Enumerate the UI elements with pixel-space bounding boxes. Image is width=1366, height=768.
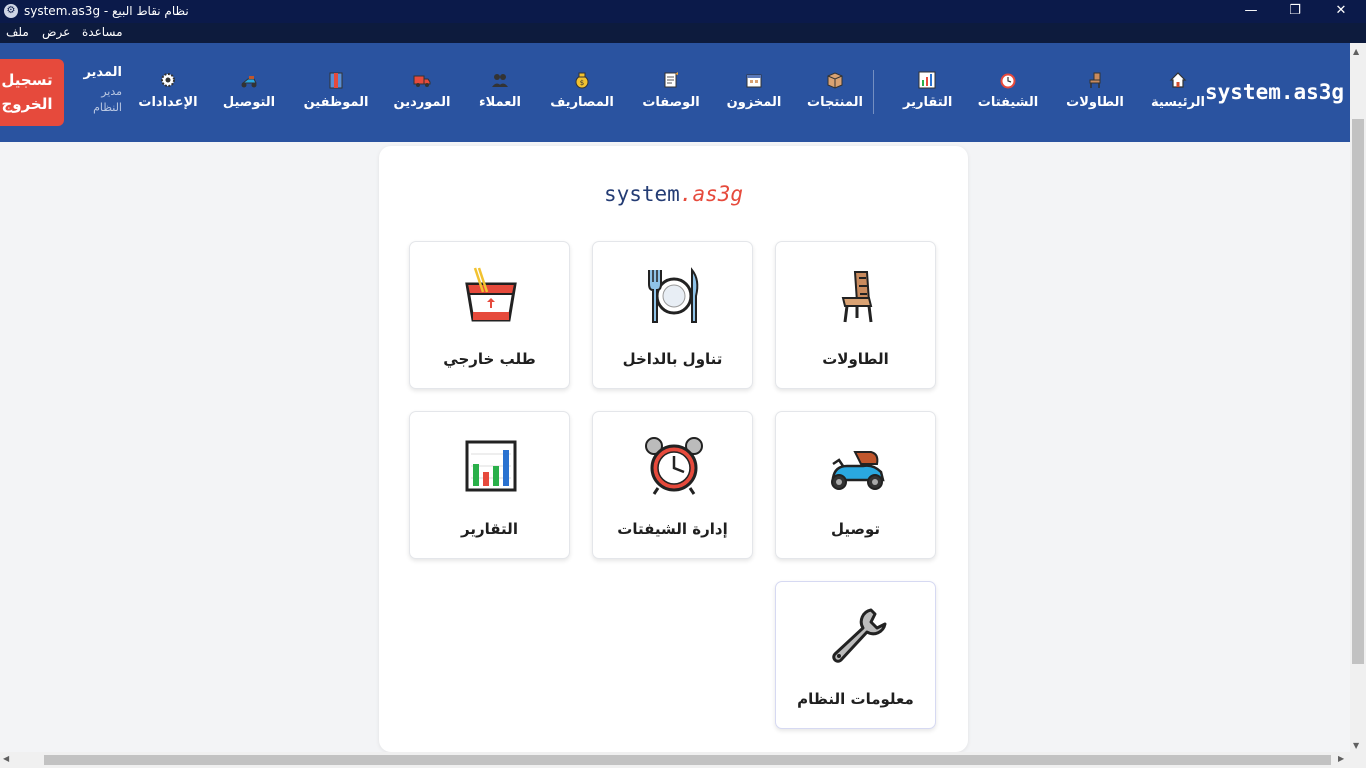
nav-settings[interactable]: الإعدادات [134, 71, 202, 121]
horizontal-scrollbar[interactable]: ◀ ▶ [0, 752, 1350, 768]
user-name: المدير [83, 65, 122, 80]
chair-icon [841, 271, 873, 323]
scroll-down-icon[interactable]: ▼ [1353, 741, 1359, 750]
user-role: مدير النظام [93, 85, 122, 114]
scroll-up-icon[interactable]: ▲ [1353, 47, 1359, 56]
horizontal-scroll-thumb[interactable] [44, 755, 1331, 765]
nav-suppliers[interactable]: الموردين [391, 71, 453, 121]
logout-button[interactable]: تسجيل الخروج [0, 59, 64, 126]
plate-cutlery-icon [648, 267, 699, 323]
bar-chart-icon [465, 440, 517, 492]
gear-icon [161, 73, 175, 87]
tile-label: الطاولات [822, 350, 889, 368]
nav-home[interactable]: الرئيسية [1147, 71, 1209, 121]
scroll-left-icon[interactable]: ◀ [3, 754, 9, 763]
vertical-scroll-thumb[interactable] [1352, 119, 1364, 664]
tile-label: التقارير [461, 520, 518, 538]
nav-shifts[interactable]: الشيفتات [975, 71, 1041, 121]
maximize-button[interactable]: ❐ [1272, 0, 1318, 23]
close-button[interactable]: ✕ [1318, 0, 1364, 23]
chair-icon [1089, 72, 1101, 88]
scooter-icon [241, 76, 257, 88]
tile-tables[interactable]: الطاولات [775, 241, 936, 389]
window-title: نظام نقاط البيع - system.as3g [24, 4, 189, 18]
alarm-clock-icon [1000, 73, 1016, 89]
top-nav: system.as3g الرئيسية الطاولات الشيفتات ا… [0, 43, 1350, 142]
vertical-scrollbar[interactable]: ▲ ▼ [1350, 43, 1366, 752]
brand-logo: system.as3g [1205, 80, 1345, 104]
tile-label: تناول بالداخل [622, 350, 723, 368]
users-icon [492, 74, 508, 87]
nav-recipes[interactable]: الوصفات [640, 71, 702, 121]
box-icon [827, 72, 843, 89]
title-bar: ⚙ نظام نقاط البيع - system.as3g — ❐ ✕ [0, 0, 1366, 23]
nav-delivery[interactable]: التوصيل [218, 71, 280, 121]
tile-label: معلومات النظام [797, 690, 914, 708]
tile-dine-in[interactable]: تناول بالداخل [592, 241, 753, 389]
tile-shifts[interactable]: إدارة الشيفتات [592, 411, 753, 559]
money-bag-icon: $ [575, 72, 589, 89]
nav-expenses[interactable]: $ المصاريف [545, 71, 619, 121]
nav-separator [873, 70, 874, 114]
wrench-icon [832, 608, 887, 663]
nav-tables[interactable]: الطاولات [1064, 71, 1126, 121]
minimize-button[interactable]: — [1228, 0, 1274, 23]
menu-view[interactable]: عرض [42, 25, 70, 39]
memo-icon [664, 72, 678, 88]
warehouse-icon [746, 74, 762, 88]
nav-inventory[interactable]: المخزون [723, 71, 785, 121]
nav-employees[interactable]: الموظفين [300, 71, 372, 121]
scroll-corner [1350, 752, 1366, 768]
house-icon [1169, 72, 1187, 88]
employee-icon [329, 72, 343, 89]
tile-label: طلب خارجي [443, 350, 536, 368]
nav-reports[interactable]: التقارير [903, 71, 952, 121]
truck-icon [413, 75, 431, 87]
alarm-clock-icon [645, 437, 703, 495]
nav-products[interactable]: المنتجات [802, 71, 868, 121]
tile-system-info[interactable]: معلومات النظام [775, 581, 936, 729]
nav-customers[interactable]: العملاء [472, 71, 528, 121]
bar-chart-icon [918, 71, 936, 89]
scroll-right-icon[interactable]: ▶ [1338, 754, 1344, 763]
tile-label: إدارة الشيفتات [617, 520, 728, 538]
tile-takeout[interactable]: طلب خارجي [409, 241, 570, 389]
panel-title: system.as3g [603, 182, 744, 206]
menu-file[interactable]: ملف [6, 25, 29, 39]
menu-bar: ملف عرض مساعدة [0, 23, 1366, 43]
scooter-icon [831, 451, 885, 490]
tile-label: توصيل [830, 520, 881, 538]
tile-delivery[interactable]: توصيل [775, 411, 936, 559]
user-info: المدير مدير النظام [70, 65, 122, 116]
tile-reports[interactable]: التقارير [409, 411, 570, 559]
menu-help[interactable]: مساعدة [82, 25, 123, 39]
takeout-box-icon [465, 267, 517, 322]
app-icon: ⚙ [4, 4, 18, 18]
main-panel: system.as3g الطاولات تناول بالداخل طلب خ… [379, 146, 968, 752]
svg-text:$: $ [580, 79, 584, 87]
